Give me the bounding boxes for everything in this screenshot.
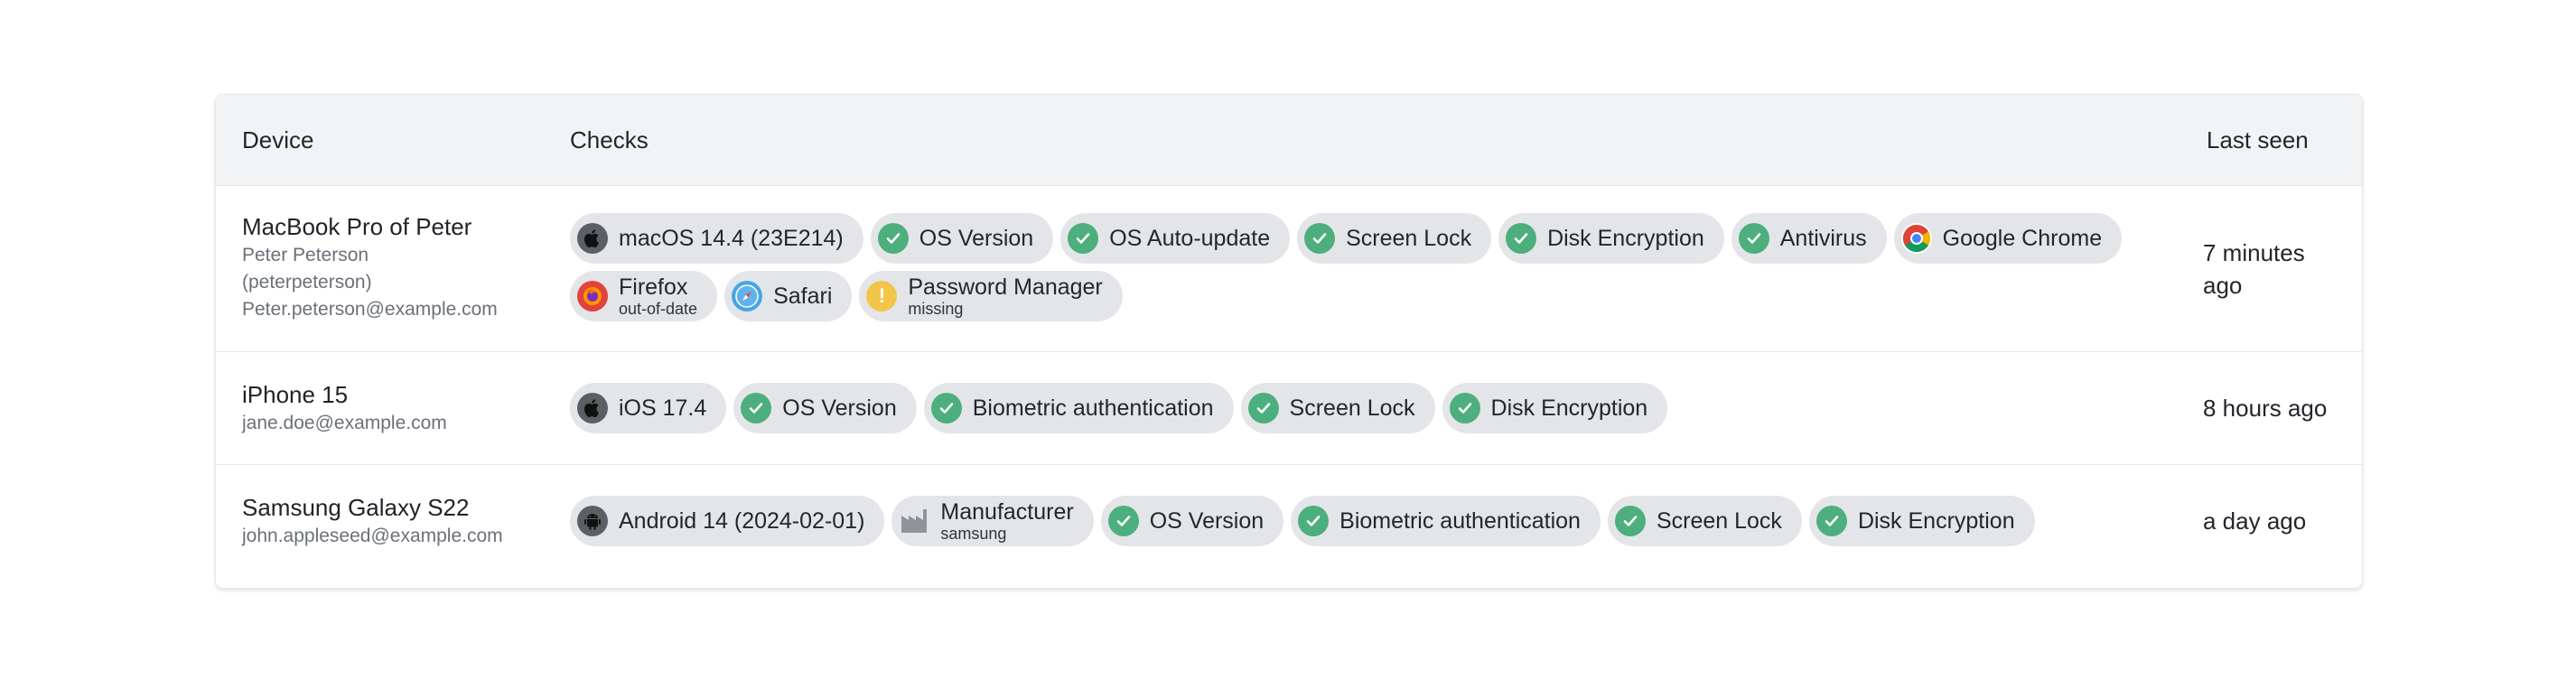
check-label: Disk Encryption	[1490, 395, 1648, 421]
check-chip-google-chrome[interactable]: Google Chrome	[1893, 213, 2123, 264]
check-icon	[1738, 223, 1769, 254]
check-chip-os[interactable]: macOS 14.4 (23E214)	[570, 213, 863, 264]
device-cell: MacBook Pro of Peter Peter Peterson (pet…	[242, 211, 498, 323]
check-label: Password Manager	[908, 274, 1103, 300]
check-label: Disk Encryption	[1547, 225, 1704, 251]
check-icon	[1068, 223, 1099, 254]
last-seen: 7 minutes ago	[2203, 237, 2305, 302]
check-label: OS Version	[782, 395, 897, 421]
safari-icon	[732, 281, 763, 312]
check-icon	[930, 393, 962, 423]
device-name[interactable]: Samsung Galaxy S22	[242, 492, 503, 523]
check-chip-disk-encryption[interactable]: Disk Encryption	[1808, 496, 2035, 546]
check-label: OS Version	[919, 225, 1034, 251]
check-sublabel: missing	[908, 300, 964, 318]
check-label: macOS 14.4 (23E214)	[619, 225, 844, 251]
check-label: Google Chrome	[1942, 225, 2103, 251]
check-chip-biometric-authentication[interactable]: Biometric authentication	[1291, 496, 1601, 546]
check-chip-password-manager[interactable]: ! Password Manager missing	[859, 271, 1123, 321]
table-row[interactable]: Samsung Galaxy S22 john.appleseed@exampl…	[216, 465, 2362, 578]
check-label: Manufacturer	[940, 499, 1074, 525]
check-chip-screen-lock[interactable]: Screen Lock	[1607, 496, 1802, 546]
checks-cell: macOS 14.4 (23E214) OS Version OS Auto-u…	[570, 213, 2178, 321]
column-header-device[interactable]: Device	[242, 95, 313, 185]
check-label: OS Version	[1149, 507, 1265, 534]
device-cell: Samsung Galaxy S22 john.appleseed@exampl…	[242, 492, 503, 550]
apple-icon	[577, 223, 608, 254]
check-chip-manufacturer[interactable]: Manufacturer samsung	[891, 496, 1094, 546]
last-seen-line: ago	[2203, 272, 2243, 299]
check-chip-disk-encryption[interactable]: Disk Encryption	[1498, 213, 1724, 264]
warning-icon: !	[866, 281, 898, 312]
check-chip-os-version[interactable]: OS Version	[870, 213, 1054, 264]
check-chip-os[interactable]: Android 14 (2024-02-01)	[570, 496, 885, 546]
check-label: Biometric authentication	[972, 395, 1214, 421]
check-icon	[1815, 506, 1847, 536]
table-row[interactable]: MacBook Pro of Peter Peter Peterson (pet…	[216, 186, 2362, 352]
checks-cell: Android 14 (2024-02-01) Manufacturer sams…	[570, 496, 2178, 546]
check-chip-os-version[interactable]: OS Version	[1100, 496, 1284, 546]
check-chip-os[interactable]: iOS 17.4	[570, 383, 727, 433]
check-label: Disk Encryption	[1857, 507, 2015, 534]
column-header-last-seen[interactable]: Last seen	[2207, 95, 2309, 185]
devices-table: Device Checks Last seen MacBook Pro of P…	[215, 94, 2363, 589]
check-icon	[1449, 393, 1480, 423]
check-label: OS Auto-update	[1109, 225, 1271, 251]
check-icon	[1298, 506, 1330, 536]
check-label: Screen Lock	[1656, 507, 1782, 534]
check-label: Biometric authentication	[1339, 507, 1581, 534]
check-chip-os-auto-update[interactable]: OS Auto-update	[1060, 213, 1291, 264]
owner-username: (peterpeterson)	[242, 272, 372, 293]
check-icon	[1614, 506, 1646, 536]
check-label: Screen Lock	[1346, 225, 1472, 251]
check-icon	[1304, 223, 1336, 254]
check-icon	[1107, 506, 1139, 536]
device-name[interactable]: MacBook Pro of Peter	[242, 211, 498, 242]
check-sublabel: out-of-date	[619, 300, 698, 318]
android-icon	[577, 506, 608, 536]
owner-email: jane.doe@example.com	[242, 413, 447, 433]
check-chip-os-version[interactable]: OS Version	[733, 383, 917, 433]
check-icon	[877, 223, 909, 254]
last-seen-line: 7 minutes	[2203, 239, 2305, 266]
device-name[interactable]: iPhone 15	[242, 379, 447, 410]
apple-icon	[577, 393, 608, 423]
owner-email: Peter.peterson@example.com	[242, 299, 498, 320]
check-label: Screen Lock	[1289, 395, 1415, 421]
checks-cell: iOS 17.4 OS Version Biometric authentica…	[570, 383, 2178, 433]
check-icon	[741, 393, 772, 423]
check-label: Antivirus	[1779, 225, 1867, 251]
check-chip-biometric-authentication[interactable]: Biometric authentication	[923, 383, 1234, 433]
table-header: Device Checks Last seen	[216, 95, 2362, 186]
factory-icon	[899, 506, 929, 536]
firefox-icon	[577, 281, 608, 312]
last-seen: 8 hours ago	[2203, 395, 2328, 422]
last-seen: a day ago	[2203, 507, 2307, 535]
column-header-checks[interactable]: Checks	[570, 95, 649, 185]
check-chip-disk-encryption[interactable]: Disk Encryption	[1442, 383, 1668, 433]
check-label: Firefox	[619, 274, 688, 300]
check-chip-antivirus[interactable]: Antivirus	[1731, 213, 1887, 264]
check-chip-firefox[interactable]: Firefox out-of-date	[570, 271, 718, 321]
check-icon	[1506, 223, 1537, 254]
check-label: iOS 17.4	[619, 395, 707, 421]
table-row[interactable]: iPhone 15 jane.doe@example.com iOS 17.4 …	[216, 352, 2362, 465]
check-label: Android 14 (2024-02-01)	[619, 507, 865, 534]
check-label: Safari	[773, 283, 833, 309]
chrome-icon	[1900, 223, 1932, 254]
check-chip-safari[interactable]: Safari	[724, 271, 853, 321]
owner-email: john.appleseed@example.com	[242, 526, 503, 546]
owner-name: Peter Peterson	[242, 245, 369, 265]
check-chip-screen-lock[interactable]: Screen Lock	[1240, 383, 1435, 433]
device-cell: iPhone 15 jane.doe@example.com	[242, 379, 447, 437]
check-icon	[1247, 393, 1279, 423]
check-sublabel: samsung	[940, 525, 1007, 543]
check-chip-screen-lock[interactable]: Screen Lock	[1297, 213, 1492, 264]
